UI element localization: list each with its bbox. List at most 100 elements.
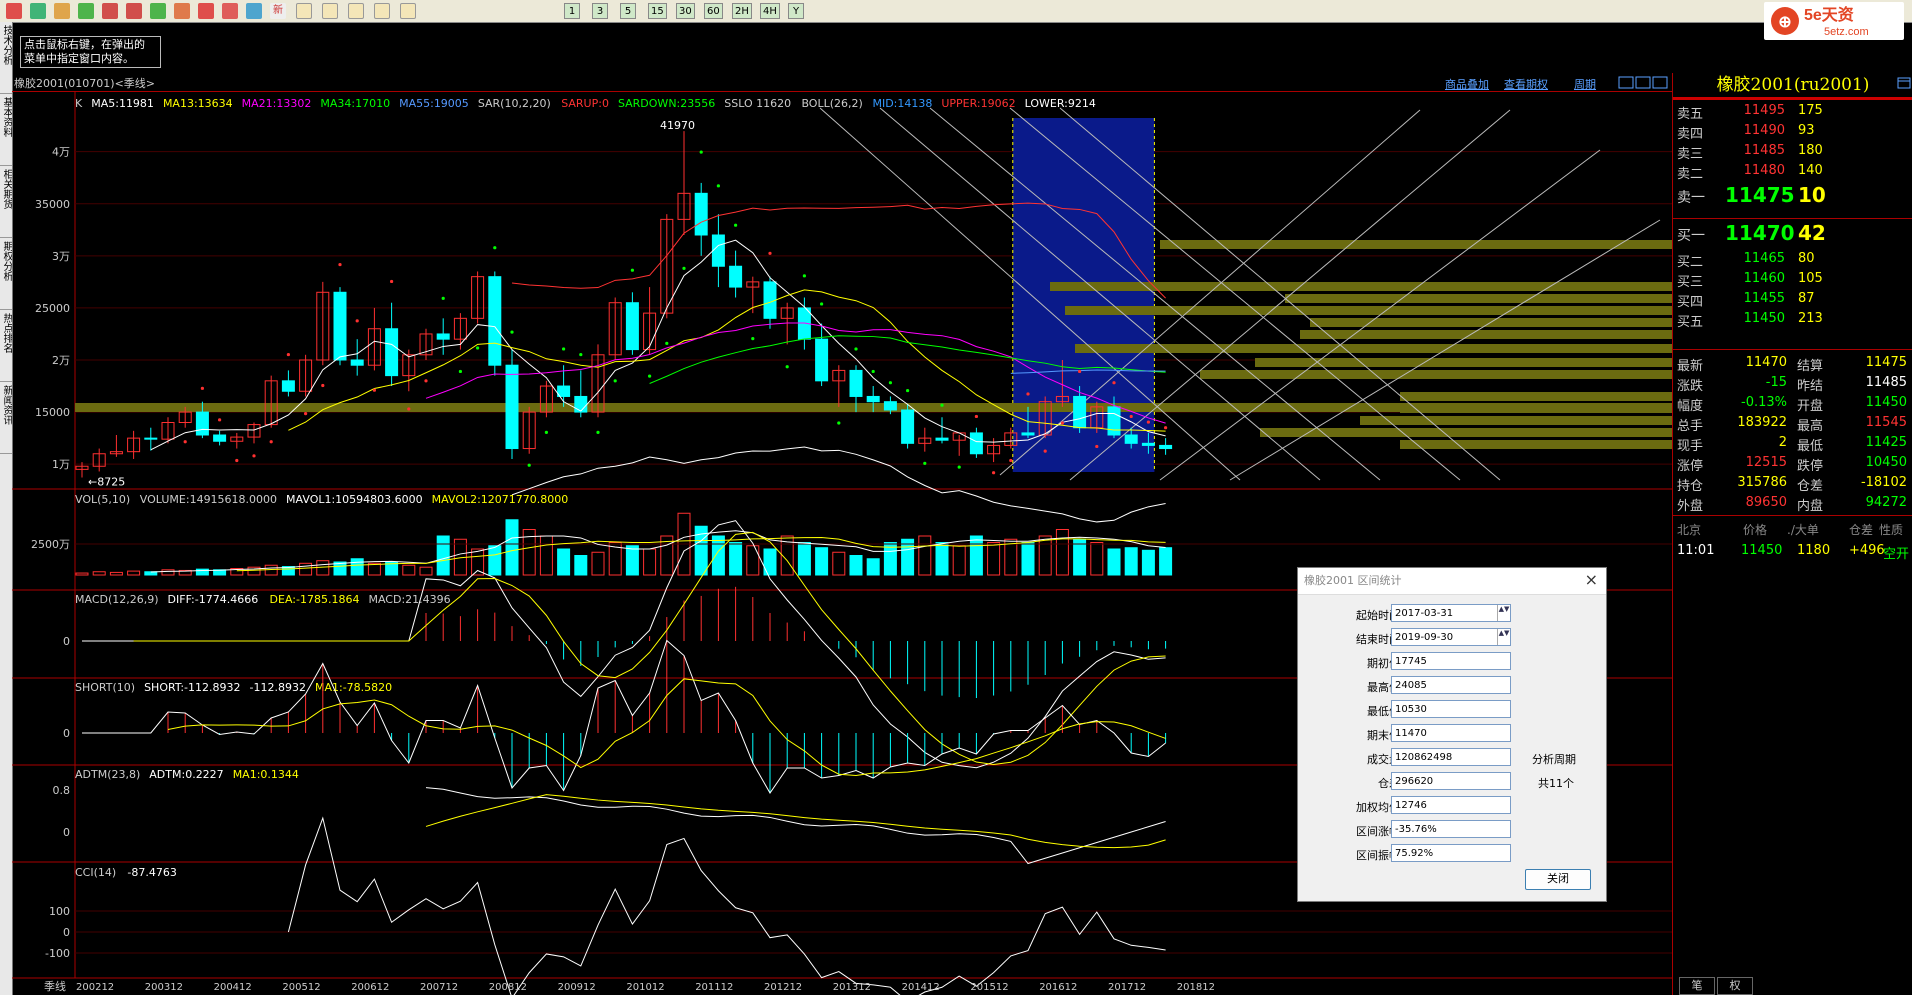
- cci-y-tick: -100: [45, 947, 70, 960]
- dialog-field[interactable]: 75.92%: [1391, 844, 1511, 862]
- volume-bar: [711, 535, 725, 576]
- y-tick-label: 35000: [35, 198, 70, 211]
- ask-price: 11490: [1743, 123, 1785, 138]
- bid-price: 11460: [1743, 271, 1785, 286]
- stat-label: 结算: [1797, 359, 1824, 374]
- stat-label: 总手: [1677, 419, 1704, 434]
- sar-dot: [476, 346, 480, 350]
- svg-text:5e天资: 5e天资: [1804, 5, 1854, 24]
- sar-dot: [699, 150, 703, 154]
- candle-body: [625, 302, 639, 351]
- ask-volume: 175: [1798, 103, 1823, 118]
- bottom-tab-2[interactable]: 权: [1717, 977, 1753, 995]
- volume-bar: [75, 572, 89, 576]
- sar-dot: [802, 274, 807, 278]
- stat-label: 现手: [1677, 439, 1704, 454]
- tick-row: 11:01 11450 1180 +496 空开: [1673, 541, 1912, 562]
- volume-bar: [901, 538, 915, 576]
- close-button[interactable]: 关闭: [1525, 869, 1591, 890]
- sar-dot: [338, 262, 342, 267]
- ask-bid-divider: [1673, 218, 1912, 219]
- bid-row-3: 买三 11460 105: [1673, 269, 1912, 290]
- stat-value: 315786: [1737, 475, 1787, 490]
- dialog-field[interactable]: 2017-03-31 ▲▼: [1391, 604, 1511, 622]
- candle-body: [935, 437, 949, 441]
- candle-body: [333, 291, 347, 361]
- bid-label: 买二: [1677, 255, 1704, 270]
- sar-dot: [992, 471, 996, 475]
- dialog-field[interactable]: 10530: [1391, 700, 1511, 718]
- volume-bar: [92, 571, 106, 576]
- sar-dot: [252, 454, 256, 458]
- macd-label-3: MACD:21.4396: [368, 593, 450, 606]
- sar-dot: [906, 388, 910, 393]
- bid-volume: 42: [1798, 221, 1826, 245]
- volume-profile-bar: [1200, 370, 1672, 379]
- stat-row: 幅度 -0.13% 开盘 11450: [1673, 393, 1912, 414]
- candle-body: [694, 192, 708, 236]
- panel-toggle-icon[interactable]: [1897, 77, 1911, 89]
- dialog-row: 区间振幅 75.92%: [1298, 844, 1511, 864]
- ask-row-4: 卖四 11490 93: [1673, 121, 1912, 142]
- ask-label: 卖五: [1677, 107, 1704, 122]
- sar-dot: [458, 369, 462, 374]
- spin-icon[interactable]: ▲▼: [1497, 629, 1510, 645]
- ask-price: 11485: [1743, 143, 1785, 158]
- sar-dot: [269, 440, 273, 444]
- stat-label: 涨跌: [1677, 379, 1704, 394]
- quote-panel: 橡胶2001(ru2001) 卖五 11495 175 卖四 11490 93 卖三 1148…: [1672, 73, 1912, 995]
- volume-bar: [1038, 535, 1052, 576]
- sar-dot: [579, 352, 583, 357]
- volume-bar: [350, 558, 364, 576]
- ask-row-3: 卖三 11485 180: [1673, 141, 1912, 162]
- bid-volume: 87: [1798, 291, 1815, 306]
- main-indicator-label-2: MA13:13634: [163, 97, 233, 110]
- stat-label: 跌停: [1797, 459, 1824, 474]
- tick-header: 北京 价格 ./大单 仓差 性质: [1673, 519, 1912, 539]
- bid-price: 11450: [1743, 311, 1785, 326]
- sar-dot: [940, 403, 944, 407]
- stat-value: 11545: [1865, 415, 1907, 430]
- x-tick-label: 201012: [626, 982, 664, 993]
- cci-y-tick: 0: [63, 926, 70, 939]
- vol-label-0: VOL(5,10): [75, 493, 130, 506]
- x-tick-label: 200712: [420, 982, 458, 993]
- sar-dot: [183, 440, 187, 444]
- sar-dot: [682, 266, 686, 270]
- x-tick-label: 201512: [970, 982, 1008, 993]
- main-indicator-label-12: UPPER:19062: [941, 97, 1015, 110]
- ask-volume: 10: [1798, 183, 1826, 207]
- dialog-field[interactable]: 17745: [1391, 652, 1511, 670]
- brand-logo: ⊕ 5e天资 5etz.com: [1764, 2, 1904, 40]
- close-icon[interactable]: ×: [1585, 570, 1598, 589]
- dialog-field[interactable]: 296620: [1391, 772, 1511, 790]
- bottom-tab-1[interactable]: 笔: [1679, 977, 1715, 995]
- candle-body: [729, 265, 743, 288]
- stat-row: 涨停 12515 跌停 10450: [1673, 453, 1912, 474]
- dialog-field[interactable]: -35.76%: [1391, 820, 1511, 838]
- dialog-field[interactable]: 12746: [1391, 796, 1511, 814]
- tick-header-col: 价格: [1743, 523, 1768, 537]
- quote-title: 橡胶2001(ru2001): [1673, 73, 1912, 100]
- main-indicator-label-0: K: [75, 97, 83, 110]
- x-tick-label: 201412: [902, 982, 940, 993]
- dialog-field[interactable]: 24085: [1391, 676, 1511, 694]
- candle-body: [195, 411, 209, 436]
- spin-icon[interactable]: ▲▼: [1497, 605, 1510, 621]
- adtm-label-2: MA1:0.1344: [233, 768, 299, 781]
- bid-price: 11465: [1743, 251, 1785, 266]
- dialog-field[interactable]: 11470: [1391, 724, 1511, 742]
- stat-row: 外盘 89650 内盘 94272: [1673, 493, 1912, 514]
- volume-bar: [918, 535, 932, 576]
- candle-body: [711, 234, 725, 267]
- stat-value: 89650: [1745, 495, 1787, 510]
- macd-label-2: DEA:-1785.1864: [270, 593, 360, 606]
- y-tick-label: 25000: [35, 302, 70, 315]
- volume-bar: [488, 545, 502, 576]
- ask-volume: 93: [1798, 123, 1815, 138]
- dialog-field[interactable]: 2019-09-30 ▲▼: [1391, 628, 1511, 646]
- y-tick-label: 4万: [52, 146, 70, 159]
- volume-bar: [436, 535, 450, 576]
- stat-label: 外盘: [1677, 499, 1704, 514]
- dialog-field[interactable]: 120862498: [1391, 748, 1511, 766]
